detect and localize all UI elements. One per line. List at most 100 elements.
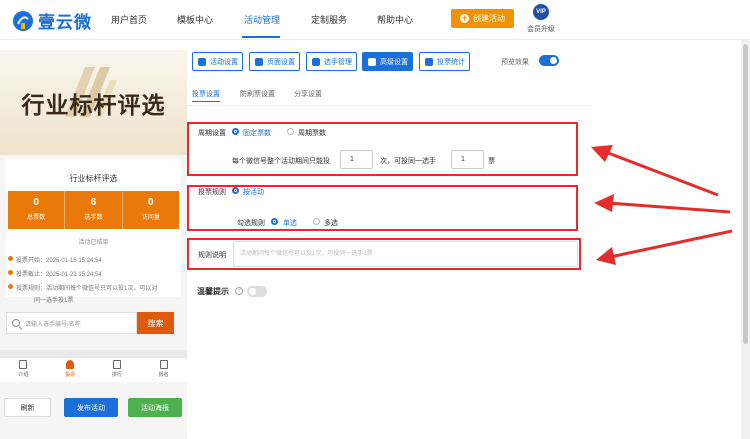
cycle-text-middle: 次，可投同一选手 — [380, 158, 436, 165]
signup-icon — [159, 360, 168, 369]
logo[interactable]: 壹云微 — [12, 8, 92, 33]
button-label: 页面设置 — [267, 58, 295, 66]
create-activity-button[interactable]: + 创建活动 — [451, 9, 514, 28]
preview-tabbar: 介绍 投票 排行 报名 — [0, 358, 187, 382]
contestant-management-button[interactable]: 选手管理 — [306, 52, 357, 71]
info-rule-continued: 同一选手投1票 — [34, 298, 74, 304]
info-text: 投票截止：2025-01-22 15:24:54 — [16, 272, 102, 278]
settings-icon — [255, 57, 263, 66]
vote-statistics-button[interactable]: 投票统计 — [419, 52, 470, 71]
tab-share-settings[interactable]: 分享设置 — [294, 89, 322, 99]
tip-label: 温馨提示 — [197, 287, 229, 296]
tab-intro[interactable]: 介绍 — [0, 358, 47, 382]
tab-signup[interactable]: 报名 — [140, 358, 187, 382]
radio-fixed-votes[interactable] — [232, 128, 239, 135]
nav-home[interactable]: 用户首页 — [111, 13, 147, 26]
stat-value: 0 — [148, 197, 154, 208]
gear-icon — [198, 57, 206, 66]
radio-single-select[interactable] — [271, 218, 278, 225]
preview-card: 行业标杆评选 0 总票数 6 选手数 0 访问量 活动已结束 投票开始：2025… — [6, 159, 181, 297]
tip-toggle[interactable] — [247, 286, 267, 297]
radio-multi-select-label[interactable]: 多选 — [324, 218, 338, 228]
radio-cycle-votes[interactable] — [287, 128, 294, 135]
tab-vote-settings[interactable]: 投票设置 — [192, 89, 220, 99]
publish-button[interactable]: 发布活动 — [64, 398, 118, 417]
nav-templates[interactable]: 模板中心 — [177, 13, 213, 26]
info-rule: 投票规则：活动期间每个微信号只可以投1次，可以对 — [8, 283, 157, 292]
sliders-icon — [368, 57, 376, 66]
cycle-text-before: 每个微信号整个活动期间只能投 — [232, 158, 330, 165]
votes-same-contestant-input[interactable]: 1 — [451, 150, 484, 169]
top-nav: 壹云微 用户首页 模板中心 活动管理 定制服务 帮助中心 + 创建活动 VIP … — [0, 0, 750, 40]
stat-label: 选手数 — [84, 215, 103, 221]
bullet-icon — [8, 270, 13, 275]
subtab-active-indicator — [192, 101, 220, 102]
subtab-divider — [187, 105, 592, 106]
cycle-settings-label: 周期设置 — [198, 130, 226, 137]
radio-by-activity-label[interactable]: 按活动 — [243, 187, 264, 197]
radio-multi-select[interactable] — [313, 218, 320, 225]
rule-description-label: 规则说明 — [198, 252, 226, 259]
radio-single-select-label[interactable]: 单选 — [283, 218, 297, 228]
mobile-preview: 行业标杆评选 行业标杆评选 0 总票数 6 选手数 0 访问量 活动已结束 投票… — [0, 50, 187, 439]
document-icon — [19, 360, 28, 369]
info-text: 投票开始：2025-01-16 15:24:54 — [16, 258, 102, 264]
refresh-button[interactable]: 刷新 — [4, 398, 51, 417]
create-activity-label: 创建活动 — [473, 14, 505, 23]
bullet-icon — [8, 256, 13, 261]
cycle-text-after: 票 — [488, 158, 495, 165]
contestant-search-input[interactable]: 请输入选手编号/名称 — [6, 312, 137, 334]
rule-description-textarea[interactable]: 活动期间每个微信号可以投1次，可投同一选手1票 — [233, 241, 578, 267]
user-icon — [66, 360, 75, 369]
radio-cycle-votes-label[interactable]: 周期票数 — [298, 128, 326, 138]
radio-by-activity[interactable] — [232, 187, 239, 194]
tab-label: 介绍 — [18, 372, 29, 378]
preview-banner: 行业标杆评选 — [0, 50, 187, 155]
nav-activity[interactable]: 活动管理 — [244, 13, 280, 26]
activity-settings-button[interactable]: 活动设置 — [192, 52, 243, 71]
help-icon[interactable]: ? — [235, 287, 243, 295]
bar-chart-icon — [425, 57, 433, 66]
nav-help[interactable]: 帮助中心 — [377, 13, 413, 26]
logo-text: 壹云微 — [38, 13, 92, 32]
tab-label: 投票 — [65, 372, 76, 378]
search-icon — [12, 319, 20, 327]
activity-status: 活动已结束 — [78, 240, 109, 246]
ranking-icon — [112, 360, 121, 369]
tab-anti-fraud-settings[interactable]: 防刷票设置 — [240, 89, 275, 99]
stat-label: 总票数 — [27, 215, 46, 221]
plus-icon: + — [460, 13, 469, 23]
preview-effect-toggle[interactable] — [539, 55, 559, 66]
stat-contestants: 6 选手数 — [65, 191, 123, 229]
info-end: 投票截止：2025-01-22 15:24:54 — [8, 269, 102, 278]
banner-title: 行业标杆评选 — [21, 92, 166, 119]
stat-value: 6 — [90, 197, 97, 208]
logo-icon — [12, 10, 34, 32]
page-settings-button[interactable]: 页面设置 — [249, 52, 300, 71]
stat-label: 访问量 — [141, 215, 160, 221]
info-start: 投票开始：2025-01-16 15:24:54 — [8, 255, 102, 264]
advanced-settings-button[interactable]: 高级设置 — [362, 52, 413, 71]
info-text: 投票规则：活动期间每个微信号只可以投1次，可以对 — [16, 286, 158, 292]
button-label: 高级设置 — [380, 58, 408, 66]
poster-button[interactable]: 活动海报 — [128, 398, 182, 417]
check-rule-label: 勾选规则 — [237, 220, 265, 227]
preview-effect-label: 预览效果 — [501, 59, 529, 66]
stat-value: 0 — [33, 197, 39, 208]
tab-vote[interactable]: 投票 — [47, 358, 94, 382]
search-placeholder: 请输入选手编号/名称 — [25, 321, 81, 328]
radio-fixed-votes-label[interactable]: 固定票数 — [243, 128, 271, 138]
page: 壹云微 用户首页 模板中心 活动管理 定制服务 帮助中心 + 创建活动 VIP … — [0, 0, 750, 439]
vote-rule-label: 投票规则 — [198, 189, 226, 196]
divider — [0, 350, 187, 358]
scrollbar-thumb[interactable] — [743, 44, 748, 344]
vip-upgrade[interactable]: VIP 会员升级 — [526, 4, 556, 34]
button-label: 投票统计 — [437, 58, 465, 66]
stat-total-votes: 0 总票数 — [8, 191, 66, 229]
votes-per-user-input[interactable]: 1 — [340, 150, 373, 169]
tab-ranking[interactable]: 排行 — [94, 358, 141, 382]
button-label: 活动设置 — [210, 58, 238, 66]
search-button[interactable]: 搜索 — [137, 312, 174, 334]
nav-active-indicator — [242, 36, 280, 38]
nav-custom[interactable]: 定制服务 — [311, 13, 347, 26]
